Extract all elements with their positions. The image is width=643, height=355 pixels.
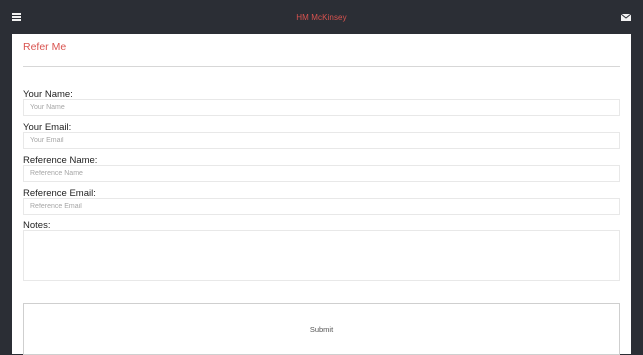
your-email-input[interactable] [23,132,620,149]
your-name-input[interactable] [23,99,620,116]
app-title: HM McKinsey [296,13,347,22]
refer-form-card: Refer Me Your Name: Your Email: Referenc… [12,34,631,355]
title-divider [23,66,620,67]
reference-name-input[interactable] [23,165,620,182]
reference-email-input[interactable] [23,198,620,215]
form-title: Refer Me [23,41,67,53]
envelope-icon[interactable] [621,14,631,21]
notes-textarea[interactable] [23,230,620,281]
top-bar: HM McKinsey [0,0,643,36]
submit-button[interactable]: Submit [23,303,620,355]
